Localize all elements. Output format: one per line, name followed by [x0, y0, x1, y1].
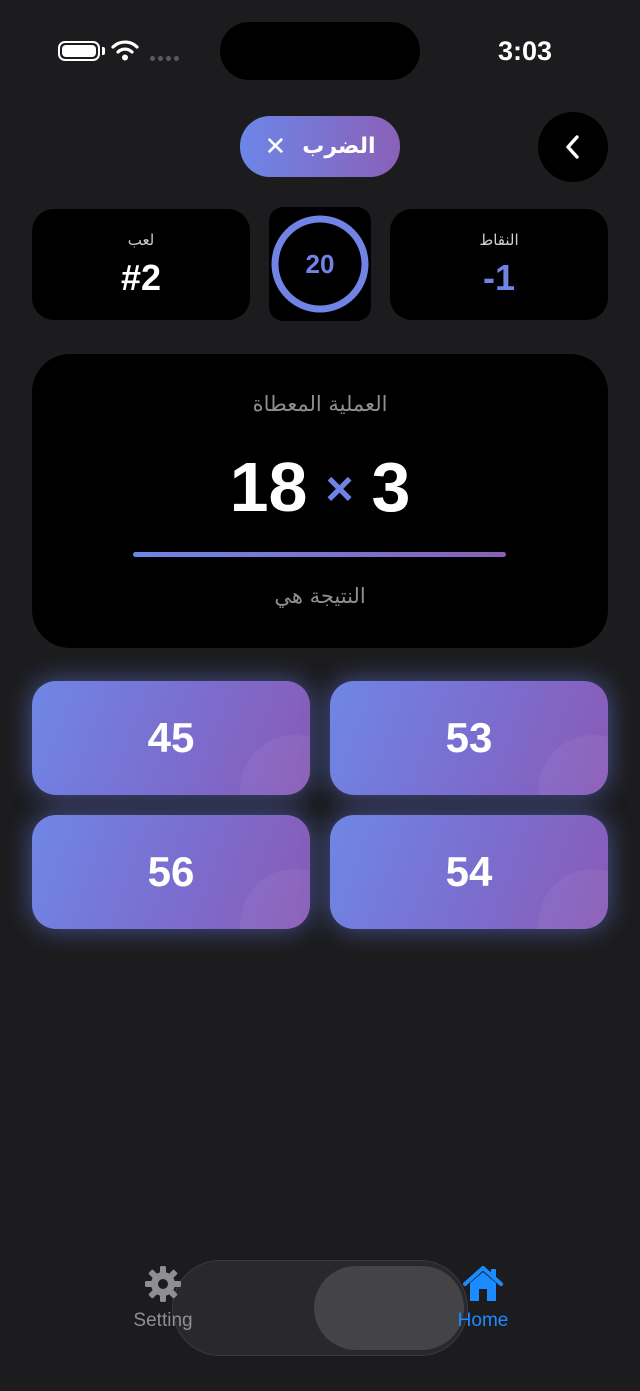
tab-home[interactable]: Home: [428, 1264, 538, 1332]
battery-icon: [58, 41, 100, 61]
operand-left: 18: [229, 448, 308, 526]
question-title: العملية المعطاة: [252, 392, 388, 416]
tab-bar: Setting Home: [0, 1250, 640, 1391]
answer-button-1[interactable]: 45: [32, 681, 310, 795]
game-screen: 3:03 الضرب ✕ لعب #2 20 النقاط -1 العملية…: [0, 0, 640, 1391]
tab-home-label: Home: [457, 1310, 509, 1331]
points-label: النقاط: [479, 231, 519, 249]
tab-setting-label: Setting: [133, 1310, 193, 1331]
operation-mode-label: الضرب: [302, 134, 376, 159]
dynamic-island: [220, 22, 420, 80]
wifi-icon: [111, 40, 139, 61]
gear-icon: [145, 1266, 181, 1302]
answer-button-2[interactable]: 53: [330, 681, 608, 795]
multiply-operator: ×: [325, 462, 354, 516]
home-icon: [463, 1266, 503, 1301]
timer-value: 20: [305, 249, 335, 279]
answer-label: 53: [445, 714, 493, 761]
timer-card: 20: [269, 207, 371, 321]
status-time: 3:03: [497, 36, 553, 66]
game-number-value: #2: [120, 257, 162, 298]
game-number-label: لعب: [127, 231, 155, 249]
answer-label: 56: [147, 848, 195, 895]
battery-tip: [102, 47, 105, 55]
points-card: النقاط -1: [390, 209, 608, 320]
chevron-left-icon: [566, 135, 579, 159]
question-card: العملية المعطاة 18 × 3 النتيجة هي: [32, 354, 608, 648]
cellular-signal-icon: [150, 56, 179, 61]
expression: 18 × 3: [32, 442, 608, 532]
answer-button-4[interactable]: 54: [330, 815, 608, 929]
back-button[interactable]: [538, 112, 608, 182]
operand-right: 3: [371, 448, 411, 526]
answer-button-3[interactable]: 56: [32, 815, 310, 929]
points-value: -1: [482, 257, 515, 298]
status-bar: 3:03: [0, 0, 640, 100]
answer-label: 54: [445, 848, 493, 895]
operation-mode-pill[interactable]: الضرب ✕: [240, 116, 400, 177]
tab-setting[interactable]: Setting: [108, 1264, 218, 1332]
game-number-card: لعب #2: [32, 209, 250, 320]
close-icon[interactable]: ✕: [264, 134, 286, 160]
question-divider: [133, 552, 506, 557]
answer-label: 45: [147, 714, 195, 761]
result-label: النتيجة هي: [274, 584, 366, 608]
